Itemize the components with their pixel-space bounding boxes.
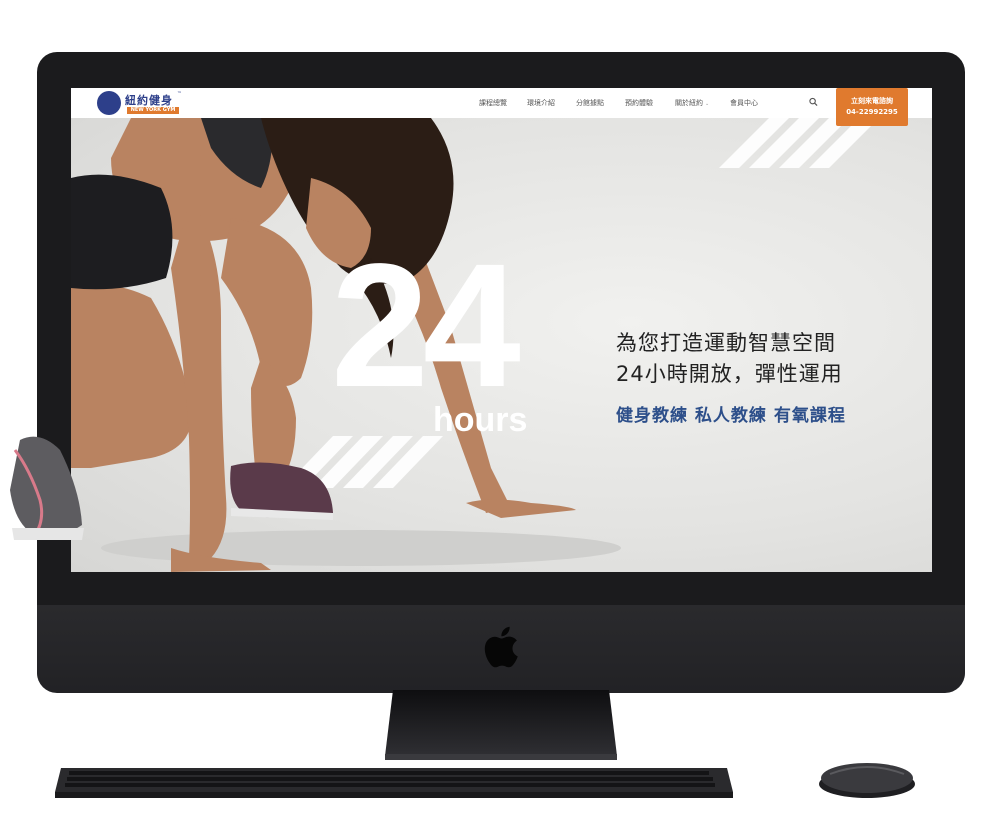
call-now-label: 立刻來電諮詢 xyxy=(851,97,893,105)
screen: 24 hours 為您打造運動智慧空間 24小時開放，彈性運用 健身教練 私人教… xyxy=(71,88,932,572)
hero-subline: 健身教練 私人教練 有氧課程 xyxy=(616,406,846,426)
site-navbar: 紐約健身 ™ NEW YORK GYM 課程總覽 環境介紹 分館據點 預約體驗 … xyxy=(71,88,932,118)
chevron-down-icon: ⌄ xyxy=(705,101,710,107)
mouse xyxy=(819,763,915,798)
nav-item-about[interactable]: 關於紐約 ⌄ xyxy=(675,98,709,108)
nav-item-members[interactable]: 會員中心 xyxy=(730,98,758,108)
hero-headline: 為您打造運動智慧空間 24小時開放，彈性運用 xyxy=(616,328,843,390)
logo-name-cn: 紐約健身 xyxy=(125,94,173,107)
logo-emblem-icon xyxy=(97,91,121,115)
imac-stand xyxy=(385,690,617,760)
hero-headline-line-2: 24小時開放，彈性運用 xyxy=(616,362,843,386)
hero-banner: 24 hours 為您打造運動智慧空間 24小時開放，彈性運用 健身教練 私人教… xyxy=(71,118,932,572)
nav-item-branches[interactable]: 分館據點 xyxy=(576,98,604,108)
hero-24-number: 24 xyxy=(331,228,521,424)
apple-logo-icon xyxy=(484,626,518,668)
nav-item-booking[interactable]: 預約體驗 xyxy=(625,98,653,108)
athlete-shoe-overflow xyxy=(10,436,84,540)
call-now-phone: 04-22992295 xyxy=(846,108,898,116)
keyboard xyxy=(55,768,733,798)
hero-headline-line-1: 為您打造運動智慧空間 xyxy=(616,331,836,355)
hero-hours-label: hours xyxy=(433,401,528,439)
logo-trademark: ™ xyxy=(177,91,182,97)
call-now-button[interactable]: 立刻來電諮詢 04-22992295 xyxy=(836,88,908,126)
logo-name-en: NEW YORK GYM xyxy=(127,107,179,114)
search-icon[interactable] xyxy=(809,97,818,107)
nav-item-environment[interactable]: 環境介紹 xyxy=(527,98,555,108)
site-logo[interactable]: 紐約健身 ™ NEW YORK GYM xyxy=(97,91,189,115)
device-mockup: 24 hours 為您打造運動智慧空間 24小時開放，彈性運用 健身教練 私人教… xyxy=(0,0,1000,815)
nav-item-about-label: 關於紐約 xyxy=(675,99,703,107)
nav-item-courses[interactable]: 課程總覽 xyxy=(479,98,507,108)
